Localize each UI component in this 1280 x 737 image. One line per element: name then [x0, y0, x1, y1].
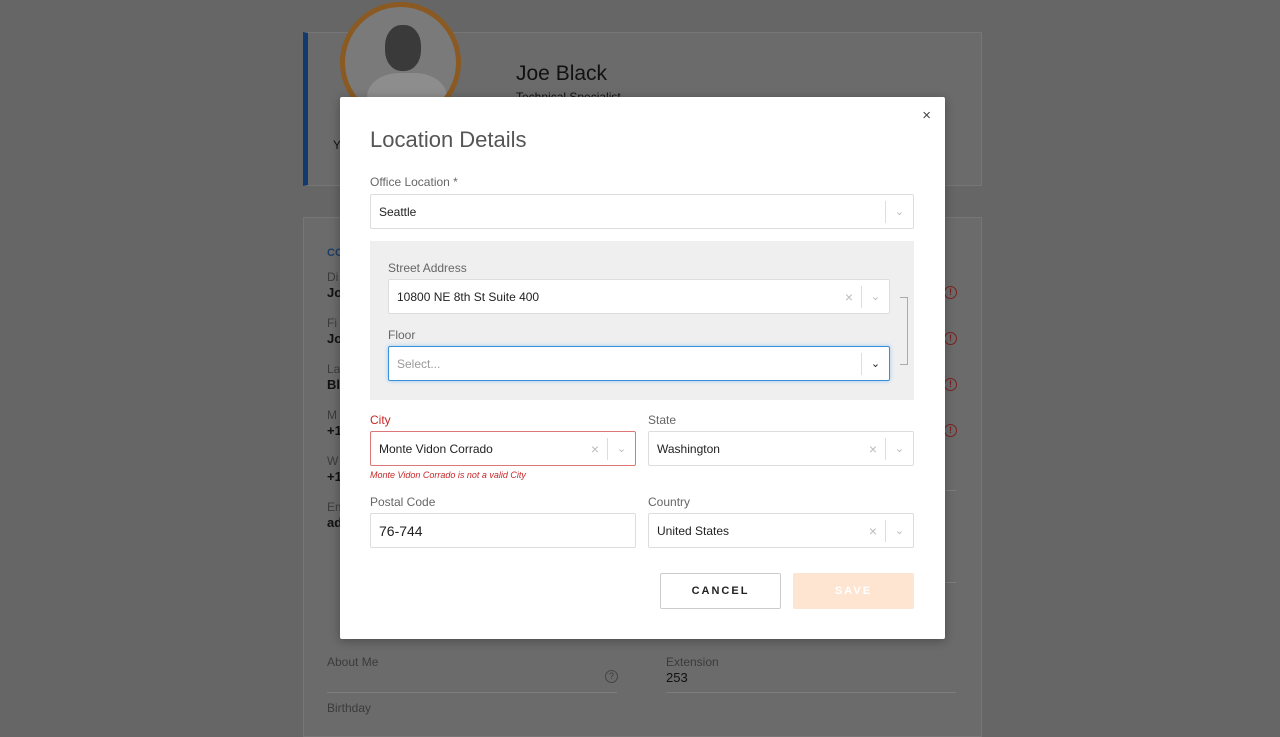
clear-icon[interactable]: ×: [837, 289, 861, 305]
chevron-down-icon[interactable]: ⌄: [608, 442, 635, 455]
contact-label: La: [327, 362, 341, 376]
profile-name: Joe Black: [516, 62, 608, 85]
floor-label: Floor: [388, 328, 416, 342]
office-location-value: Seattle: [379, 204, 417, 219]
about-me-label: About Me: [327, 655, 379, 669]
city-label: City: [370, 413, 391, 427]
help-icon[interactable]: ?: [605, 670, 618, 683]
extension-value: 253: [666, 670, 688, 685]
save-button[interactable]: SAVE: [793, 573, 914, 609]
country-select[interactable]: United States × ⌄: [648, 513, 914, 548]
state-select[interactable]: Washington × ⌄: [648, 431, 914, 466]
street-address-label: Street Address: [388, 261, 467, 275]
contact-label: W: [327, 454, 339, 468]
contact-label: M: [327, 408, 337, 422]
chevron-down-icon[interactable]: ⌄: [862, 290, 889, 303]
street-address-value: 10800 NE 8th St Suite 400: [397, 289, 540, 304]
city-value: Monte Vidon Corrado: [379, 441, 493, 456]
office-location-label: Office Location *: [370, 175, 458, 189]
cancel-button[interactable]: CANCEL: [660, 573, 781, 609]
chevron-down-icon[interactable]: ⌄: [886, 205, 913, 218]
chevron-down-icon[interactable]: ⌄: [862, 357, 889, 370]
chevron-down-icon[interactable]: ⌄: [886, 442, 913, 455]
extension-label: Extension: [666, 655, 719, 669]
city-error: Monte Vidon Corrado is not a valid City: [370, 470, 526, 480]
state-label: State: [648, 413, 677, 427]
alert-icon: !: [944, 286, 957, 299]
modal-title: Location Details: [370, 127, 527, 152]
contact-value: Bl: [327, 377, 340, 392]
office-location-select[interactable]: Seattle ⌄: [370, 194, 914, 229]
alert-icon: !: [944, 378, 957, 391]
postal-code-label: Postal Code: [370, 495, 436, 509]
postal-code-input[interactable]: 76-744: [370, 513, 636, 548]
state-value: Washington: [657, 441, 720, 456]
contact-label: Di: [327, 270, 339, 284]
country-value: United States: [657, 523, 730, 538]
contact-label: Fi: [327, 316, 337, 330]
location-details-modal: × Location Details Office Location * Sea…: [340, 97, 945, 639]
chevron-down-icon[interactable]: ⌄: [886, 524, 913, 537]
clear-icon[interactable]: ×: [583, 441, 607, 457]
clear-icon[interactable]: ×: [861, 523, 885, 539]
country-label: Country: [648, 495, 691, 509]
street-address-select[interactable]: 10800 NE 8th St Suite 400 × ⌄: [388, 279, 890, 314]
clear-icon[interactable]: ×: [861, 441, 885, 457]
alert-icon: !: [944, 424, 957, 437]
floor-placeholder: Select...: [397, 356, 441, 371]
floor-select[interactable]: Select... ⌄: [388, 346, 890, 381]
city-select[interactable]: Monte Vidon Corrado × ⌄: [370, 431, 636, 466]
close-icon[interactable]: ×: [922, 107, 931, 124]
birthday-label: Birthday: [327, 701, 372, 715]
alert-icon: !: [944, 332, 957, 345]
postal-code-value: 76-744: [379, 522, 423, 539]
